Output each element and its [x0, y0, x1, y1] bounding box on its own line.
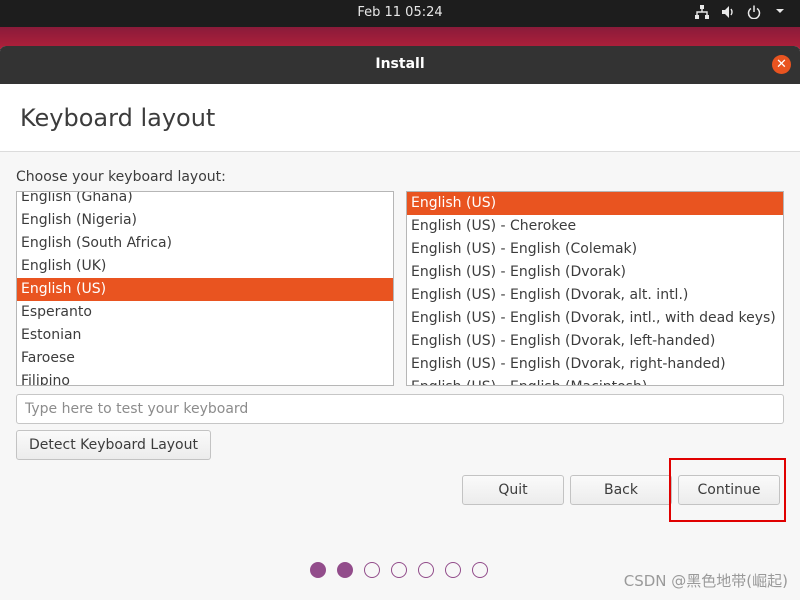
layout-prompt: Choose your keyboard layout:	[16, 169, 226, 185]
list-item[interactable]: English (US) - English (Dvorak, intl., w…	[407, 307, 783, 330]
network-icon[interactable]	[694, 5, 710, 21]
list-item[interactable]: English (US) - English (Dvorak, right-ha…	[407, 353, 783, 376]
chevron-down-icon[interactable]	[772, 5, 788, 21]
list-item[interactable]: English (US) - English (Colemak)	[407, 238, 783, 261]
list-item-selected[interactable]: English (US)	[407, 192, 783, 215]
window-titlebar[interactable]: Install ✕	[0, 46, 800, 84]
list-item[interactable]: English (South Africa)	[17, 232, 393, 255]
list-item[interactable]: English (US) - English (Dvorak, left-han…	[407, 330, 783, 353]
keyboard-test-input[interactable]	[16, 394, 784, 424]
quit-button[interactable]: Quit	[462, 475, 564, 505]
top-panel: Feb 11 05:24	[0, 0, 800, 27]
progress-dot	[391, 562, 407, 578]
keyboard-layout-list[interactable]: English (Ghana) English (Nigeria) Englis…	[16, 191, 394, 386]
page-header: Keyboard layout	[0, 84, 800, 152]
list-item[interactable]: Filipino	[17, 370, 393, 385]
progress-dot	[472, 562, 488, 578]
close-button[interactable]: ✕	[772, 55, 791, 74]
list-item-selected[interactable]: English (US)	[17, 278, 393, 301]
list-item[interactable]: English (Nigeria)	[17, 209, 393, 232]
list-item[interactable]: English (UK)	[17, 255, 393, 278]
close-icon: ✕	[776, 57, 787, 72]
installer-window: Install ✕ Keyboard layout Choose your ke…	[0, 46, 800, 600]
progress-dot	[364, 562, 380, 578]
progress-dot	[310, 562, 326, 578]
progress-dot	[418, 562, 434, 578]
window-title: Install	[375, 56, 425, 72]
page-title: Keyboard layout	[20, 104, 216, 132]
list-item[interactable]: Estonian	[17, 324, 393, 347]
back-button[interactable]: Back	[570, 475, 672, 505]
continue-highlight-box	[669, 458, 786, 522]
list-item[interactable]: English (US) - Cherokee	[407, 215, 783, 238]
progress-dot	[445, 562, 461, 578]
progress-dots	[310, 562, 488, 578]
keyboard-variant-list[interactable]: English (US) English (US) - Cherokee Eng…	[406, 191, 784, 386]
list-item[interactable]: English (Ghana)	[17, 192, 393, 209]
list-item[interactable]: English (US) - English (Dvorak, alt. int…	[407, 284, 783, 307]
list-item[interactable]: Faroese	[17, 347, 393, 370]
clock[interactable]: Feb 11 05:24	[0, 5, 800, 20]
list-item[interactable]: English (US) - English (Macintosh)	[407, 376, 783, 385]
volume-icon[interactable]	[720, 5, 736, 21]
progress-dot	[337, 562, 353, 578]
watermark: CSDN @黑色地带(崛起)	[623, 572, 788, 590]
power-icon[interactable]	[746, 5, 762, 21]
system-tray[interactable]	[694, 5, 788, 21]
list-item[interactable]: Esperanto	[17, 301, 393, 324]
detect-keyboard-layout-button[interactable]: Detect Keyboard Layout	[16, 430, 211, 460]
list-item[interactable]: English (US) - English (Dvorak)	[407, 261, 783, 284]
